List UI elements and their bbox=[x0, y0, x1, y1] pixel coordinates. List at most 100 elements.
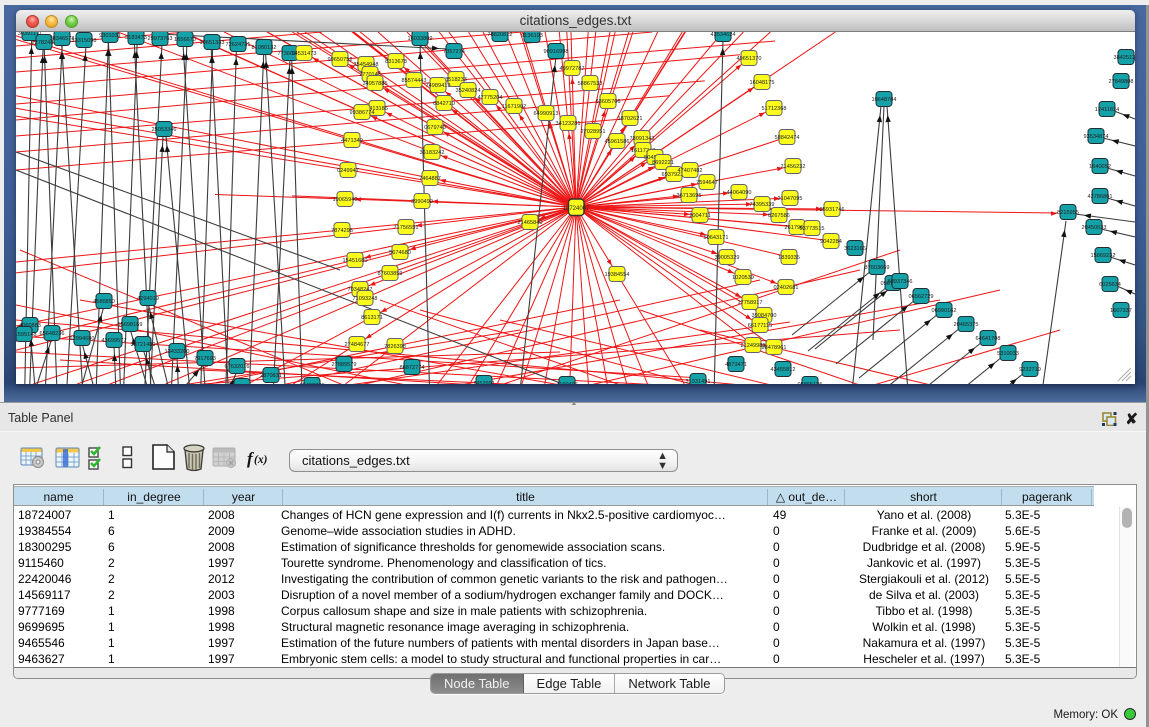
svg-text:19384554: 19384554 bbox=[605, 272, 630, 278]
svg-text:78091343: 78091343 bbox=[630, 136, 655, 142]
svg-text:12411824: 12411824 bbox=[1095, 107, 1119, 113]
svg-text:06562729: 06562729 bbox=[909, 294, 934, 300]
svg-text:36183242: 36183242 bbox=[420, 150, 445, 156]
svg-text:50643171: 50643171 bbox=[704, 235, 729, 241]
svg-text:06990162: 06990162 bbox=[932, 308, 957, 314]
svg-text:99386774: 99386774 bbox=[350, 110, 375, 116]
svg-text:47775204: 47775204 bbox=[478, 95, 503, 101]
svg-text:02402681: 02402681 bbox=[774, 285, 799, 291]
svg-text:18724007: 18724007 bbox=[563, 206, 590, 212]
svg-text:49651370: 49651370 bbox=[737, 56, 762, 62]
svg-text:3623166: 3623166 bbox=[844, 246, 866, 252]
svg-text:11671902: 11671902 bbox=[502, 104, 526, 110]
svg-text:19065940: 19065940 bbox=[333, 197, 358, 203]
svg-text:9301031: 9301031 bbox=[99, 33, 121, 39]
svg-text:67632016: 67632016 bbox=[225, 364, 250, 370]
svg-text:27889579: 27889579 bbox=[332, 362, 357, 368]
svg-text:16048175: 16048175 bbox=[750, 80, 775, 86]
svg-text:20450533: 20450533 bbox=[1082, 225, 1107, 231]
svg-text:21456232: 21456232 bbox=[781, 164, 806, 170]
svg-text:(x): (x) bbox=[254, 454, 268, 466]
svg-text:55698169: 55698169 bbox=[118, 322, 143, 328]
svg-text:29973763: 29973763 bbox=[148, 36, 173, 42]
svg-text:90916998: 90916998 bbox=[544, 49, 569, 55]
svg-text:31931491: 31931491 bbox=[686, 379, 711, 384]
svg-text:58867533: 58867533 bbox=[578, 81, 603, 87]
svg-text:51712368: 51712368 bbox=[762, 106, 787, 112]
svg-text:85931746: 85931746 bbox=[820, 207, 845, 213]
svg-text:61595148: 61595148 bbox=[16, 332, 36, 338]
svg-text:27849808: 27849808 bbox=[1109, 79, 1134, 85]
svg-text:15869232: 15869232 bbox=[1091, 253, 1116, 259]
svg-text:4471349: 4471349 bbox=[341, 138, 363, 144]
svg-text:7874296: 7874296 bbox=[331, 228, 353, 234]
svg-text:20465375: 20465375 bbox=[954, 322, 979, 328]
svg-text:36713695: 36713695 bbox=[677, 193, 702, 199]
svg-text:47407482: 47407482 bbox=[678, 168, 703, 174]
svg-text:65648236: 65648236 bbox=[40, 331, 65, 337]
svg-text:5310033: 5310033 bbox=[997, 351, 1019, 357]
svg-text:4294019: 4294019 bbox=[137, 296, 159, 302]
svg-text:43534624: 43534624 bbox=[711, 32, 736, 38]
svg-text:9232719: 9232719 bbox=[1019, 367, 1041, 373]
svg-text:10651333: 10651333 bbox=[200, 40, 225, 46]
svg-text:1607337: 1607337 bbox=[1110, 308, 1132, 314]
svg-text:64990913: 64990913 bbox=[534, 111, 559, 117]
svg-text:1839335: 1839335 bbox=[778, 255, 800, 261]
svg-text:88937346: 88937346 bbox=[888, 279, 913, 285]
svg-text:38425135: 38425135 bbox=[1114, 55, 1135, 61]
svg-text:98478961: 98478961 bbox=[762, 345, 787, 351]
svg-text:7594647: 7594647 bbox=[696, 180, 718, 186]
svg-text:85574443: 85574443 bbox=[402, 78, 427, 84]
svg-text:2870831: 2870831 bbox=[260, 373, 282, 379]
svg-text:15451680: 15451680 bbox=[343, 258, 368, 264]
svg-text:7917693: 7917693 bbox=[194, 356, 216, 362]
svg-text:13433200: 13433200 bbox=[165, 349, 190, 355]
svg-text:9042284: 9042284 bbox=[820, 239, 842, 245]
svg-text:74395339: 74395339 bbox=[750, 202, 775, 208]
svg-text:4873471: 4873471 bbox=[725, 362, 747, 368]
svg-text:21047095: 21047095 bbox=[778, 196, 803, 202]
svg-text:2004711: 2004711 bbox=[689, 213, 710, 219]
svg-text:1640052: 1640052 bbox=[1089, 164, 1111, 170]
svg-text:87603669: 87603669 bbox=[865, 265, 890, 271]
svg-text:7826398: 7826398 bbox=[384, 344, 406, 350]
svg-text:38721489: 38721489 bbox=[131, 342, 156, 348]
svg-text:27484677: 27484677 bbox=[345, 342, 370, 348]
svg-text:3990490: 3990490 bbox=[411, 199, 433, 205]
svg-text:42786801: 42786801 bbox=[1088, 194, 1113, 200]
svg-text:39005329: 39005329 bbox=[715, 255, 740, 261]
svg-text:8313678: 8313678 bbox=[385, 59, 407, 65]
svg-text:34957885: 34957885 bbox=[363, 81, 388, 87]
svg-text:45961586: 45961586 bbox=[605, 139, 630, 145]
svg-text:25053346: 25053346 bbox=[152, 127, 177, 133]
svg-text:0679740: 0679740 bbox=[424, 125, 446, 131]
svg-text:0842710: 0842710 bbox=[433, 101, 455, 107]
svg-text:0249947: 0249947 bbox=[337, 168, 359, 174]
svg-text:35240824: 35240824 bbox=[456, 88, 481, 94]
svg-text:94531473: 94531473 bbox=[292, 51, 317, 57]
svg-text:10648784: 10648784 bbox=[872, 97, 897, 103]
svg-text:8267586: 8267586 bbox=[768, 213, 790, 219]
svg-text:05865185: 05865185 bbox=[798, 382, 823, 384]
svg-text:4586850: 4586850 bbox=[93, 299, 115, 305]
svg-text:93534874: 93534874 bbox=[1084, 134, 1109, 140]
svg-text:16033809: 16033809 bbox=[408, 36, 433, 42]
svg-text:28498776: 28498776 bbox=[300, 383, 325, 384]
svg-text:5183473: 5183473 bbox=[125, 35, 147, 41]
svg-text:27028951: 27028951 bbox=[581, 129, 606, 135]
svg-text:1656670: 1656670 bbox=[174, 37, 196, 43]
svg-text:44064090: 44064090 bbox=[727, 190, 752, 196]
svg-text:99650752: 99650752 bbox=[328, 57, 353, 63]
svg-text:4190496: 4190496 bbox=[556, 382, 578, 384]
svg-text:53773515: 53773515 bbox=[800, 226, 825, 232]
svg-text:18702621: 18702621 bbox=[618, 116, 643, 122]
svg-text:78820812: 78820812 bbox=[488, 32, 513, 38]
svg-text:1020539: 1020539 bbox=[732, 275, 754, 281]
svg-text:9136193: 9136193 bbox=[521, 33, 543, 39]
svg-text:17758917: 17758917 bbox=[738, 300, 763, 306]
svg-text:7452991: 7452991 bbox=[473, 381, 495, 384]
svg-text:86872774: 86872774 bbox=[400, 365, 425, 371]
svg-text:6025634: 6025634 bbox=[1099, 282, 1121, 288]
svg-text:5674680: 5674680 bbox=[389, 250, 411, 256]
